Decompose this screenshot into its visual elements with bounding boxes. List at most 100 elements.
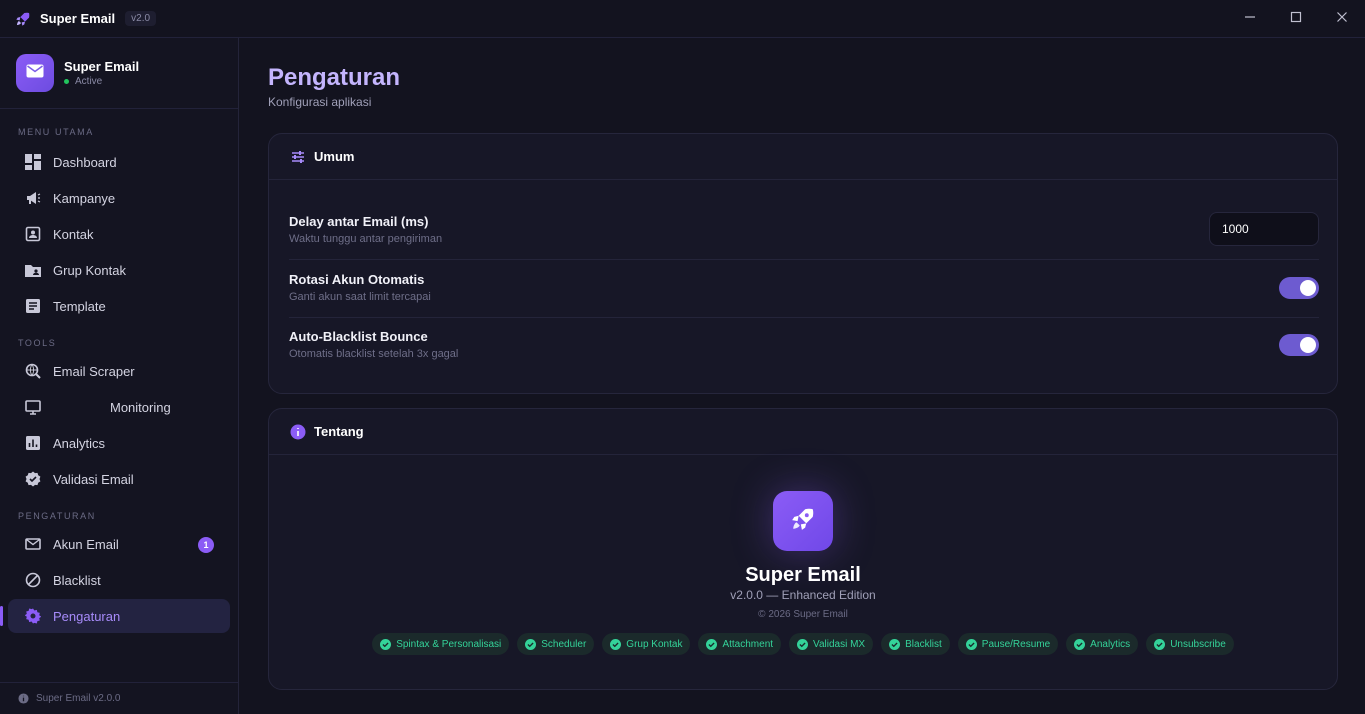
- block-icon: [24, 571, 42, 589]
- about-logo: [773, 491, 833, 551]
- setting-label: Auto-Blacklist Bounce: [289, 329, 428, 344]
- main-content: Pengaturan Konfigurasi aplikasi Umum Del…: [240, 38, 1365, 714]
- brand-logo: [16, 54, 54, 92]
- check-circle-icon: [889, 638, 901, 650]
- card-title: Umum: [314, 149, 355, 164]
- dashboard-icon: [24, 153, 42, 171]
- feature-list: Spintax & Personalisasi Scheduler Grup K…: [269, 633, 1337, 655]
- sidebar-item-label: Template: [53, 298, 106, 314]
- card-header: Umum: [269, 134, 1337, 180]
- sidebar-item-label: Analytics: [53, 435, 106, 451]
- feature-label: Pause/Resume: [981, 638, 1051, 650]
- status-dot: [64, 79, 69, 84]
- check-circle-icon: [1074, 638, 1086, 650]
- delay-input[interactable]: [1209, 212, 1319, 246]
- check-circle-icon: [380, 638, 392, 650]
- monitor-icon: [24, 398, 42, 416]
- sidebar-item-pengaturan[interactable]: Pengaturan: [0, 599, 230, 633]
- section-label-pengaturan: PENGATURAN: [18, 511, 96, 521]
- sidebar-item-akun-email[interactable]: Akun Email 1: [8, 527, 230, 561]
- footer-version: Super Email v2.0.0: [36, 693, 121, 704]
- check-circle-icon: [965, 638, 977, 650]
- app-version-badge: v2.0: [125, 11, 157, 26]
- check-circle-icon: [797, 638, 809, 650]
- check-circle-icon: [1154, 638, 1166, 650]
- sidebar-item-kampanye[interactable]: Kampanye: [8, 181, 230, 215]
- feature-label: Grup Kontak: [626, 638, 683, 650]
- brand-name: Super Email: [64, 59, 140, 74]
- maximize-icon: [1290, 10, 1302, 28]
- feature-label: Blacklist: [905, 638, 942, 650]
- feature-label: Unsubscribe: [1170, 638, 1226, 650]
- mail-icon: [26, 64, 44, 83]
- feature-chip: Validasi MX: [789, 633, 874, 655]
- sidebar-item-blacklist[interactable]: Blacklist: [8, 563, 230, 597]
- sidebar-item-template[interactable]: Template: [8, 289, 230, 323]
- check-circle-icon: [525, 638, 537, 650]
- check-circle-icon: [706, 638, 718, 650]
- sidebar-item-monitoring[interactable]: Monitoring: [8, 390, 230, 424]
- feature-label: Validasi MX: [813, 638, 866, 650]
- setting-row-rotation: Rotasi Akun Otomatis Ganti akun saat lim…: [289, 260, 1319, 318]
- sidebar-item-kontak[interactable]: Kontak: [8, 217, 230, 251]
- feature-chip: Analytics: [1066, 633, 1139, 655]
- feature-chip: Pause/Resume: [957, 633, 1059, 655]
- about-card: Tentang Super Email v2.0.0 — Enhanced Ed…: [268, 408, 1338, 690]
- sidebar-header: Super Email Active: [0, 38, 238, 109]
- setting-description: Waktu tunggu antar pengiriman: [289, 233, 443, 245]
- feature-chip: Scheduler: [517, 633, 595, 655]
- toggle-knob: [1300, 280, 1316, 296]
- card-title: Tentang: [314, 424, 364, 439]
- page-subtitle: Konfigurasi aplikasi: [268, 95, 372, 109]
- section-label-tools: TOOLS: [18, 338, 57, 348]
- rocket-icon: [14, 10, 32, 28]
- sidebar-item-label: Kampanye: [53, 190, 116, 206]
- feature-label: Analytics: [1090, 638, 1131, 650]
- feature-label: Scheduler: [541, 638, 587, 650]
- rotation-toggle[interactable]: [1279, 277, 1319, 299]
- about-copyright: © 2026 Super Email: [758, 609, 848, 620]
- document-icon: [24, 297, 42, 315]
- sidebar-item-email-scraper[interactable]: Email Scraper: [8, 354, 230, 388]
- title-bar: Super Email v2.0: [0, 0, 1365, 38]
- sidebar-item-label: Grup Kontak: [53, 262, 126, 278]
- sidebar-item-label: Dashboard: [53, 154, 117, 170]
- feature-chip: Attachment: [698, 633, 782, 655]
- sidebar-item-validasi-email[interactable]: Validasi Email: [8, 462, 230, 496]
- sliders-icon: [290, 149, 306, 165]
- sidebar-item-label: Kontak: [53, 226, 94, 242]
- about-app-name: Super Email: [745, 564, 861, 586]
- sidebar: Super Email Active MENU UTAMA Dashboard …: [0, 38, 239, 714]
- window-controls: [1227, 0, 1365, 38]
- status-indicator: Active: [64, 76, 139, 87]
- verified-badge-icon: [24, 470, 42, 488]
- folder-user-icon: [24, 261, 42, 279]
- status-text: Active: [75, 76, 103, 87]
- contact-card-icon: [24, 225, 42, 243]
- sidebar-item-grup-kontak[interactable]: Grup Kontak: [8, 253, 230, 287]
- sidebar-item-dashboard[interactable]: Dashboard: [8, 145, 230, 179]
- check-circle-icon: [610, 638, 622, 650]
- toggle-knob: [1300, 337, 1316, 353]
- sidebar-item-label: Validasi Email: [53, 471, 134, 487]
- search-globe-icon: [24, 362, 42, 380]
- maximize-button[interactable]: [1273, 0, 1319, 38]
- megaphone-icon: [24, 189, 42, 207]
- setting-label: Delay antar Email (ms): [289, 214, 429, 229]
- setting-description: Otomatis blacklist setelah 3x gagal: [289, 348, 459, 360]
- sidebar-item-label: Blacklist: [53, 572, 101, 588]
- close-button[interactable]: [1319, 0, 1365, 38]
- analytics-icon: [24, 434, 42, 452]
- minimize-button[interactable]: [1227, 0, 1273, 38]
- feature-chip: Blacklist: [881, 633, 950, 655]
- info-icon: [18, 693, 29, 704]
- auto-blacklist-toggle[interactable]: [1279, 334, 1319, 356]
- general-settings-card: Umum Delay antar Email (ms) Waktu tunggu…: [268, 133, 1338, 394]
- close-icon: [1336, 10, 1348, 28]
- sidebar-item-analytics[interactable]: Analytics: [8, 426, 230, 460]
- info-icon: [290, 424, 306, 440]
- mail-icon: [24, 535, 42, 553]
- section-label-menu-utama: MENU UTAMA: [18, 127, 94, 137]
- setting-row-blacklist: Auto-Blacklist Bounce Otomatis blacklist…: [289, 318, 1319, 376]
- sidebar-item-label: Pengaturan: [53, 608, 121, 624]
